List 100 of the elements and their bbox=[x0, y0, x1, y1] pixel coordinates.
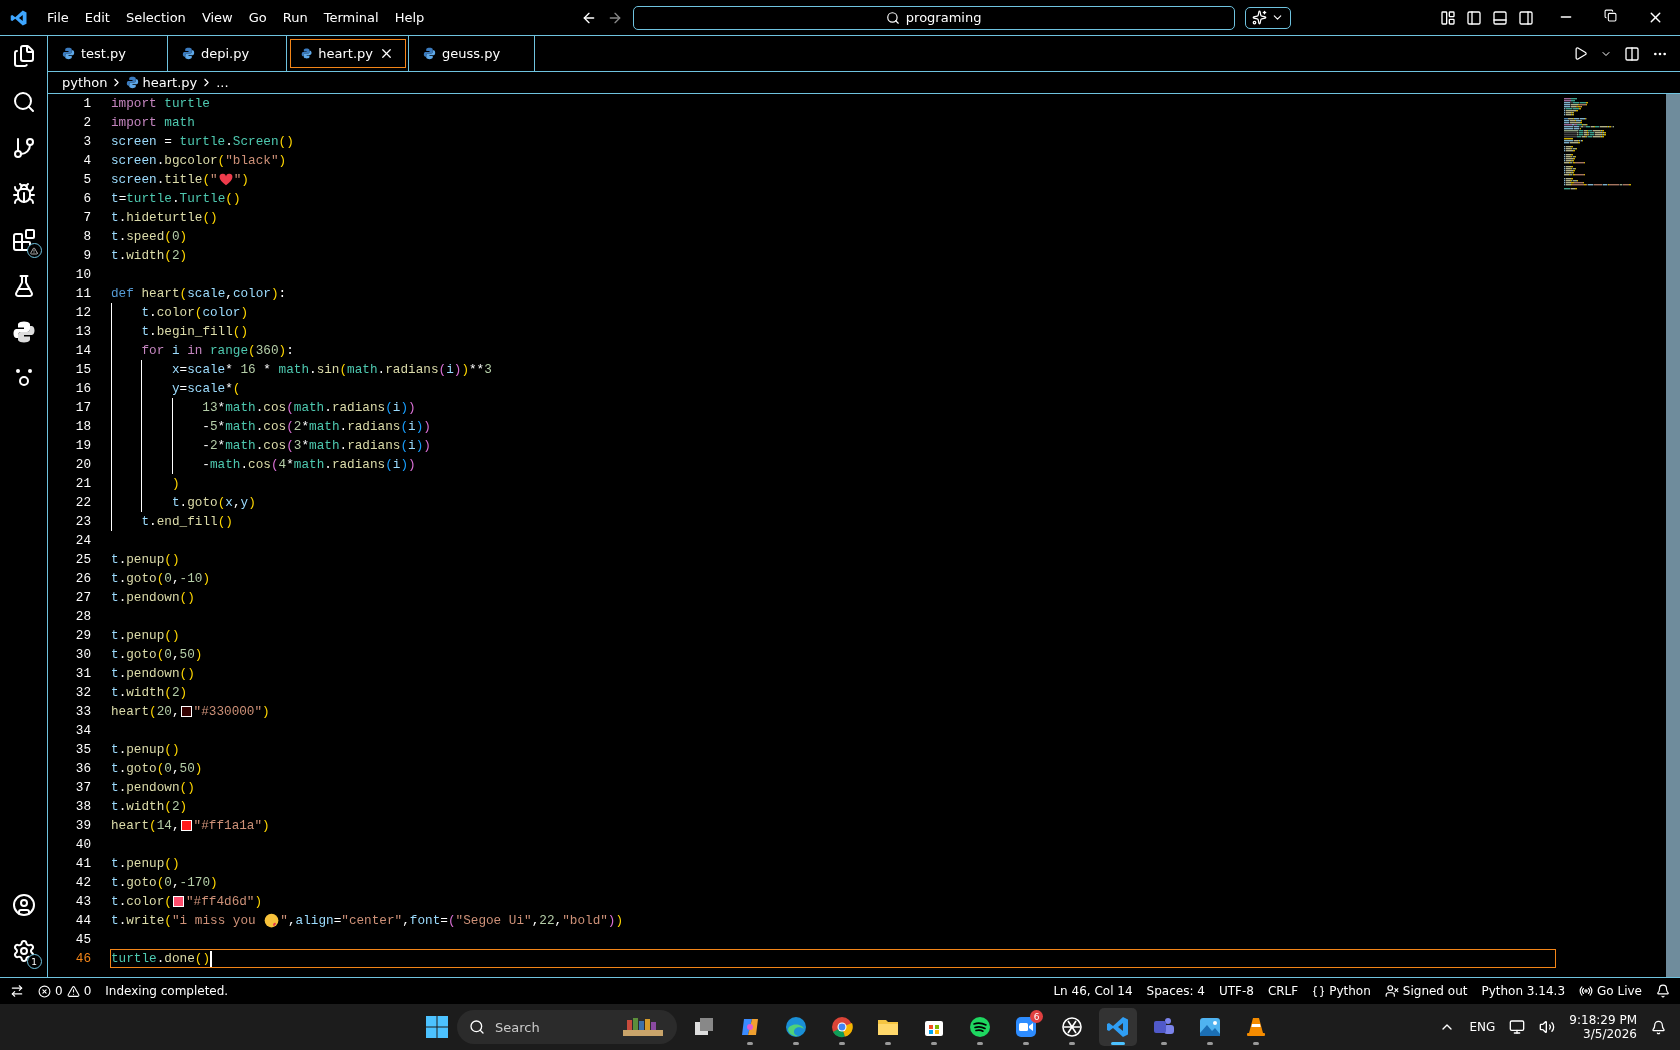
volume-icon[interactable] bbox=[1539, 1019, 1556, 1035]
braces-icon bbox=[1312, 984, 1326, 998]
line-number: 5 bbox=[82, 172, 91, 187]
line-number: 9 bbox=[82, 248, 91, 263]
line-number: 42 bbox=[74, 875, 91, 890]
line-number: 15 bbox=[74, 362, 91, 377]
menu-item[interactable]: File bbox=[40, 6, 76, 29]
line-number: 17 bbox=[74, 400, 91, 415]
breadcrumb-item[interactable]: heart.py bbox=[142, 75, 198, 90]
menu-item[interactable]: Run bbox=[275, 6, 315, 29]
menu-item[interactable]: Help bbox=[387, 6, 432, 29]
code-text: "#ff4d6d") bbox=[185, 894, 263, 909]
eol-status[interactable]: CRLF bbox=[1267, 984, 1299, 998]
workspace-name: programing bbox=[905, 10, 982, 25]
line-number: 27 bbox=[74, 590, 91, 605]
code-text: t.goto(0,50) bbox=[111, 761, 203, 776]
code-text: t.width(2) bbox=[111, 685, 188, 700]
code-text: t.penup() bbox=[111, 856, 180, 871]
line-number: 25 bbox=[74, 552, 91, 567]
command-center-search[interactable]: programing bbox=[632, 5, 1235, 30]
code-text: t.begin_fill() bbox=[141, 324, 249, 339]
python-file-icon bbox=[182, 47, 195, 60]
account-status[interactable]: Signed out bbox=[1402, 984, 1468, 998]
input-language[interactable]: ENG bbox=[1469, 1020, 1496, 1034]
remote-icon[interactable] bbox=[10, 984, 24, 998]
code-text: ) bbox=[171, 476, 180, 491]
code-text: import turtle bbox=[111, 96, 210, 111]
sidebar-toggle-icon[interactable] bbox=[1466, 9, 1482, 26]
source-control-icon[interactable] bbox=[11, 136, 36, 160]
color-swatch[interactable] bbox=[180, 706, 192, 717]
code-text: -5*math.cos(2*math.radians(i)) bbox=[202, 419, 431, 434]
panel-toggle-icon[interactable] bbox=[1492, 9, 1508, 26]
line-number: 1 bbox=[82, 96, 91, 111]
color-swatch[interactable] bbox=[172, 896, 184, 907]
notifications-icon[interactable] bbox=[1656, 984, 1670, 998]
stacked-windows-icon bbox=[693, 1016, 715, 1038]
extensions-icon[interactable] bbox=[11, 228, 36, 252]
chat-button[interactable] bbox=[1244, 6, 1291, 29]
network-icon[interactable] bbox=[1509, 1019, 1526, 1035]
code-text: t.color( bbox=[111, 894, 172, 909]
code-text: t.pendown() bbox=[111, 666, 195, 681]
problems-indicator[interactable]: 0 0 bbox=[38, 984, 92, 998]
code-text: screen = turtle.Screen() bbox=[111, 134, 294, 149]
line-number: 35 bbox=[74, 742, 91, 757]
run-icon[interactable] bbox=[1573, 46, 1588, 61]
run-debug-icon[interactable] bbox=[11, 182, 36, 206]
menu-item[interactable]: Terminal bbox=[316, 6, 386, 29]
taskbar-app[interactable] bbox=[1099, 1008, 1137, 1046]
close-icon[interactable] bbox=[379, 46, 394, 61]
line-number: 46 bbox=[74, 951, 91, 966]
notification-badge: 1 bbox=[26, 954, 42, 969]
line-number: 16 bbox=[74, 381, 91, 396]
cursor-position[interactable]: Ln 46, Col 14 bbox=[1053, 984, 1133, 998]
settings-icon[interactable] bbox=[11, 939, 36, 963]
python-icon[interactable] bbox=[11, 320, 36, 344]
encoding-status[interactable]: UTF-8 bbox=[1218, 984, 1254, 998]
app-logo-icon bbox=[10, 8, 28, 27]
code-text: import math bbox=[111, 115, 195, 130]
account-icon[interactable] bbox=[11, 893, 36, 917]
line-number: 22 bbox=[74, 495, 91, 510]
line-number: 45 bbox=[74, 932, 91, 947]
color-swatch[interactable] bbox=[180, 820, 192, 831]
editor-tab[interactable]: geuss.py bbox=[409, 36, 535, 71]
code-text: t.end_fill() bbox=[141, 514, 233, 529]
breadcrumb-item[interactable]: python bbox=[62, 75, 108, 90]
wave-circle-icon bbox=[784, 1015, 808, 1039]
menu-item[interactable]: Edit bbox=[77, 6, 117, 29]
interpreter-status[interactable]: Python 3.14.3 bbox=[1481, 984, 1566, 998]
line-number: 29 bbox=[74, 628, 91, 643]
editor-tab[interactable]: depi.py bbox=[168, 36, 287, 71]
status-message: Indexing completed. bbox=[105, 984, 229, 998]
search-icon[interactable] bbox=[11, 90, 36, 114]
python-file-icon bbox=[423, 47, 436, 60]
secondary-sidebar-icon[interactable] bbox=[1518, 9, 1534, 26]
code-text: screen.bgcolor("black") bbox=[111, 153, 287, 168]
text-cursor bbox=[210, 950, 213, 967]
taskbar-search-field[interactable]: Search bbox=[457, 1010, 677, 1044]
menu-item[interactable]: Selection bbox=[118, 6, 193, 29]
scrollbar-thumb[interactable] bbox=[1666, 94, 1680, 977]
line-number: 13 bbox=[74, 324, 91, 339]
notifications-icon[interactable] bbox=[1651, 1019, 1666, 1035]
go-live-button[interactable]: Go Live bbox=[1597, 984, 1642, 998]
layout-icon[interactable] bbox=[1440, 9, 1456, 26]
breadcrumb-item[interactable]: ... bbox=[216, 75, 229, 90]
line-number: 8 bbox=[82, 229, 91, 244]
indentation-status[interactable]: Spaces: 4 bbox=[1146, 984, 1205, 998]
clock[interactable]: 9:18:29 PM 3/5/2026 bbox=[1569, 1013, 1637, 1041]
code-text: t.penup() bbox=[111, 742, 180, 757]
editor-tab[interactable]: heart.py bbox=[287, 36, 409, 71]
code-text: for i in range(360): bbox=[141, 343, 294, 358]
menu-item[interactable]: View bbox=[194, 6, 240, 29]
language-mode[interactable]: Python bbox=[1329, 984, 1371, 998]
editor-tab[interactable]: test.py bbox=[48, 36, 168, 71]
explorer-icon[interactable] bbox=[11, 44, 36, 68]
taskbar-app[interactable]: 6 bbox=[1007, 1008, 1045, 1046]
start-button[interactable] bbox=[425, 1015, 449, 1039]
code-text: t.goto(0,-10) bbox=[111, 571, 211, 586]
restore-icon[interactable] bbox=[1604, 9, 1617, 22]
split-editor-icon[interactable] bbox=[1624, 45, 1640, 62]
menu-item[interactable]: Go bbox=[241, 6, 274, 29]
